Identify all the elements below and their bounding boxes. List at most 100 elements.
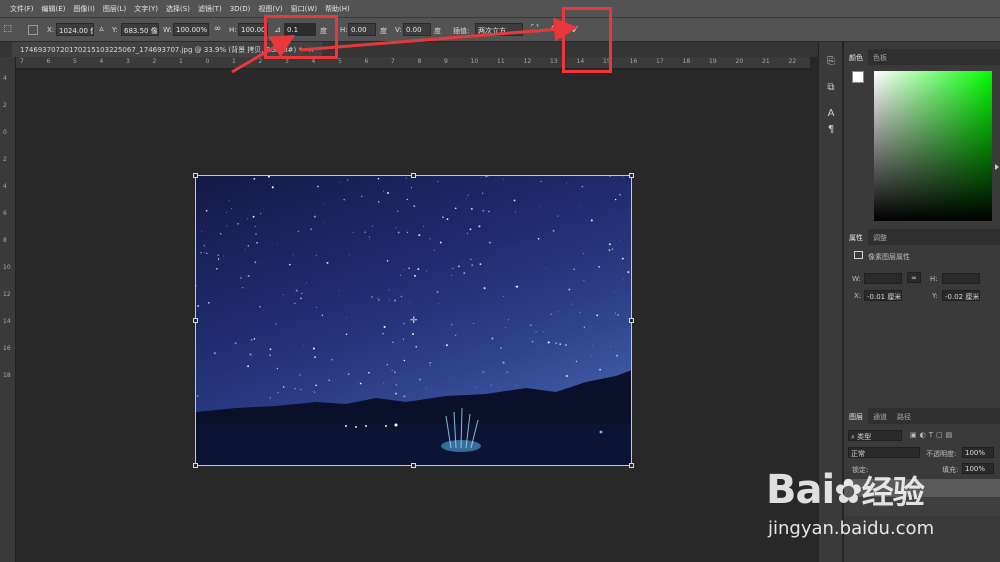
ruler-tick-label: 2 xyxy=(3,156,7,163)
menu-item[interactable]: 滤镜(T) xyxy=(198,4,222,14)
paragraph-icon[interactable]: ¶ xyxy=(825,124,837,136)
ruler-tick-label: 5 xyxy=(73,58,77,65)
transform-handle-bottom-left[interactable] xyxy=(193,463,198,468)
layers-panel-tabs: 图层 通道 路径 xyxy=(844,408,1000,424)
ruler-tick-label: 21 xyxy=(762,58,770,65)
tool-preset-icon[interactable]: ⬚ xyxy=(2,24,13,35)
properties-panel-tabs: 属性 调整 xyxy=(844,229,1000,245)
ruler-tick-label: 8 xyxy=(3,237,7,244)
ruler-tick-label: 19 xyxy=(709,58,717,65)
watermark-brand: Bai xyxy=(766,467,835,513)
relative-position-icon[interactable]: ▵ xyxy=(96,24,107,35)
ruler-tick-label: 16 xyxy=(3,345,11,352)
menu-item[interactable]: 图层(L) xyxy=(103,4,126,14)
transform-handle-bottom-right[interactable] xyxy=(629,463,634,468)
annotation-box-commit xyxy=(562,7,612,73)
menu-item[interactable]: 视图(V) xyxy=(258,4,282,14)
color-picker-field[interactable] xyxy=(874,71,992,221)
ruler-tick-label: 6 xyxy=(3,210,7,217)
document-tab-bar: 174693707201702151032250​67_174693707.jp… xyxy=(0,42,820,57)
reference-point-crosshair-icon[interactable]: ✛ xyxy=(410,316,418,326)
layer-filter-icons[interactable]: ▣◐T▢▤ xyxy=(910,431,955,439)
ruler-tick-label: 3 xyxy=(285,58,289,65)
vertical-skew-field[interactable]: 0.00 xyxy=(403,23,431,36)
cancel-icon[interactable]: ⊘ xyxy=(549,24,560,35)
options-bar: ⬚ X: 1024.00 像 ▵ Y: 683.50 像 W: 100.00% … xyxy=(0,17,1000,42)
menu-item[interactable]: 图像(I) xyxy=(73,4,95,14)
layer-comps-icon[interactable]: ⧉ xyxy=(825,82,837,94)
tab-swatches[interactable]: 色板 xyxy=(868,49,892,65)
menu-item[interactable]: 3D(D) xyxy=(230,5,251,13)
transform-handle-top-left[interactable] xyxy=(193,173,198,178)
horizontal-ruler: 7 6 5 4 3 2 1 0 1 2 3 4 5 6 7 8 9 10 11 12 13 14 15 16 17 18 19 20 2… xyxy=(16,57,810,69)
tab-color[interactable]: 颜色 xyxy=(844,49,868,65)
ruler-tick-label: 10 xyxy=(470,58,479,65)
reference-point-icon[interactable] xyxy=(28,25,38,35)
transform-handle-top[interactable] xyxy=(411,173,416,178)
w-label: W: xyxy=(163,26,172,34)
color-panel-tabs: 颜色 色板 xyxy=(844,49,1000,65)
watermark-url: jingyan.baidu.com xyxy=(768,518,935,539)
ruler-tick-label: 18 xyxy=(3,372,11,379)
baidu-jingyan-watermark: Bai✿经验 jingyan.baidu.com xyxy=(766,468,996,548)
prop-y-field[interactable]: -0.02 厘米 xyxy=(942,290,980,301)
y-position-field[interactable]: 683.50 像 xyxy=(121,23,159,36)
ruler-tick-label: 12 xyxy=(3,291,11,298)
ruler-tick-label: 7 xyxy=(391,58,395,65)
annotation-box-angle xyxy=(264,15,338,59)
hskew-unit: 度 xyxy=(380,27,387,35)
menu-item[interactable]: 选择(S) xyxy=(166,4,190,14)
x-label: X: xyxy=(47,26,55,34)
prop-x-field[interactable]: -0.01 厘米 xyxy=(864,290,902,301)
transform-handle-left[interactable] xyxy=(193,318,198,323)
horizontal-skew-field[interactable]: 0.00 xyxy=(348,23,376,36)
tab-adjustments[interactable]: 调整 xyxy=(868,229,892,245)
blend-mode-select[interactable]: 正常 xyxy=(848,447,920,458)
ruler-tick-label: 16 xyxy=(629,58,638,65)
ruler-tick-label: 6 xyxy=(364,58,369,65)
layer-filter-select[interactable]: ⌕ 类型 xyxy=(848,430,902,441)
ruler-tick-label: 11 xyxy=(497,58,505,65)
prop-link-icon[interactable]: ∞ xyxy=(907,272,921,283)
link-icon[interactable]: ∞ xyxy=(212,24,223,35)
ruler-tick-label: 1 xyxy=(179,58,183,65)
hue-slider-pointer-icon[interactable] xyxy=(995,164,999,170)
warp-icon[interactable]: ⛶ xyxy=(529,24,540,35)
tab-properties[interactable]: 属性 xyxy=(844,229,868,245)
menu-item[interactable]: 帮助(H) xyxy=(325,4,350,14)
y-label: Y: xyxy=(112,26,118,34)
tab-channels[interactable]: 通道 xyxy=(868,408,892,424)
vskew-unit: 度 xyxy=(434,27,441,35)
transform-handle-right[interactable] xyxy=(629,318,634,323)
transform-handle-bottom[interactable] xyxy=(411,463,416,468)
history-icon[interactable]: ⎘ xyxy=(825,56,837,68)
ruler-tick-label: 0 xyxy=(3,129,7,136)
transform-handle-top-right[interactable] xyxy=(629,173,634,178)
watermark-logo: Bai✿经验 xyxy=(766,468,996,514)
menu-item[interactable]: 窗口(W) xyxy=(291,4,317,14)
opacity-field[interactable]: 100% xyxy=(962,447,994,458)
ruler-tick-label: 10 xyxy=(3,264,11,271)
opacity-label: 不透明度: xyxy=(926,450,957,458)
ruler-tick-label: 3 xyxy=(126,58,130,65)
menu-item[interactable]: 文字(Y) xyxy=(134,4,158,14)
menu-bar: 文件(F) 编辑(E) 图像(I) 图层(L) 文字(Y) 选择(S) 滤镜(T) 3D(D)… xyxy=(0,0,1000,17)
ruler-tick-label: 12 xyxy=(523,58,532,65)
interpolation-select[interactable]: 两次立方 xyxy=(475,23,523,36)
transform-bounding-box[interactable]: ✛ xyxy=(193,173,634,468)
ruler-tick-label: 18 xyxy=(682,58,691,65)
vskew-label: V: xyxy=(395,26,402,34)
document-tab-title: 174693707201702151032250​67_174693707.jp… xyxy=(20,46,302,54)
prop-width-field[interactable] xyxy=(864,273,902,284)
prop-height-field[interactable] xyxy=(942,273,980,284)
tab-layers[interactable]: 图层 xyxy=(844,408,868,424)
ruler-tick-label: 4 xyxy=(3,183,7,190)
width-field[interactable]: 100.00% xyxy=(173,23,209,36)
menu-item[interactable]: 文件(F) xyxy=(10,4,34,14)
x-position-field[interactable]: 1024.00 像 xyxy=(56,23,94,36)
tab-paths[interactable]: 路径 xyxy=(892,408,916,424)
h-label: H: xyxy=(229,26,237,34)
foreground-color-swatch[interactable] xyxy=(852,71,864,83)
character-icon[interactable]: A xyxy=(825,108,837,120)
menu-item[interactable]: 编辑(E) xyxy=(42,4,66,14)
